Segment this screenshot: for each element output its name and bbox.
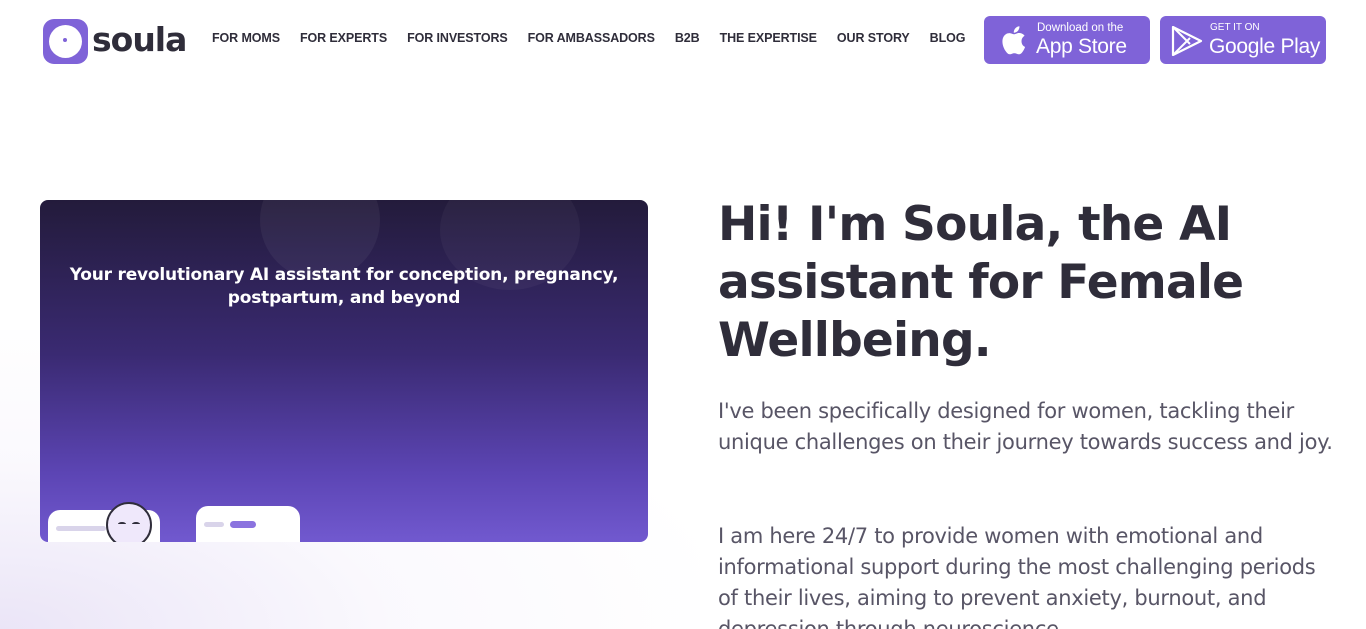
app-store-button[interactable]: Download on the App Store [984,16,1150,64]
soula-logo-icon [43,18,88,64]
nav-for-ambassadors[interactable]: FOR AMBASSADORS [528,31,655,45]
main-nav: FOR MOMS FOR EXPERTS FOR INVESTORS FOR A… [212,31,965,45]
hero-video-caption: Your revolutionary AI assistant for conc… [69,265,619,308]
hero-paragraph-intro: I've been specifically designed for wome… [718,399,1333,454]
site-header: soula FOR MOMS FOR EXPERTS FOR INVESTORS… [0,0,1366,80]
soula-avatar-icon [106,502,152,542]
hero-paragraph-support: I am here 24/7 to provide women with emo… [718,524,1316,629]
nav-b2b[interactable]: B2B [675,31,700,45]
play-triangle-icon [1170,25,1204,60]
phone-mockup [196,506,300,542]
nav-for-moms[interactable]: FOR MOMS [212,31,280,45]
apple-icon [997,24,1027,60]
nav-our-story[interactable]: OUR STORY [837,31,910,45]
logo-wordmark: soula [92,19,187,59]
nav-blog[interactable]: BLOG [930,31,966,45]
google-play-big-label: Google Play [1209,35,1321,58]
hero-video[interactable]: Your revolutionary AI assistant for conc… [40,200,648,542]
nav-for-investors[interactable]: FOR INVESTORS [407,31,508,45]
google-play-button[interactable]: GET IT ON Google Play [1160,16,1326,64]
soula-logo[interactable]: soula [43,18,187,64]
app-store-small-label: Download on the [1037,22,1124,34]
google-play-small-label: GET IT ON [1210,22,1260,33]
nav-for-experts[interactable]: FOR EXPERTS [300,31,387,45]
app-store-big-label: App Store [1036,35,1127,58]
hero-title: Hi! I'm Soula, the AI assistant for Fema… [718,197,1244,368]
nav-the-expertise[interactable]: THE EXPERTISE [720,31,817,45]
